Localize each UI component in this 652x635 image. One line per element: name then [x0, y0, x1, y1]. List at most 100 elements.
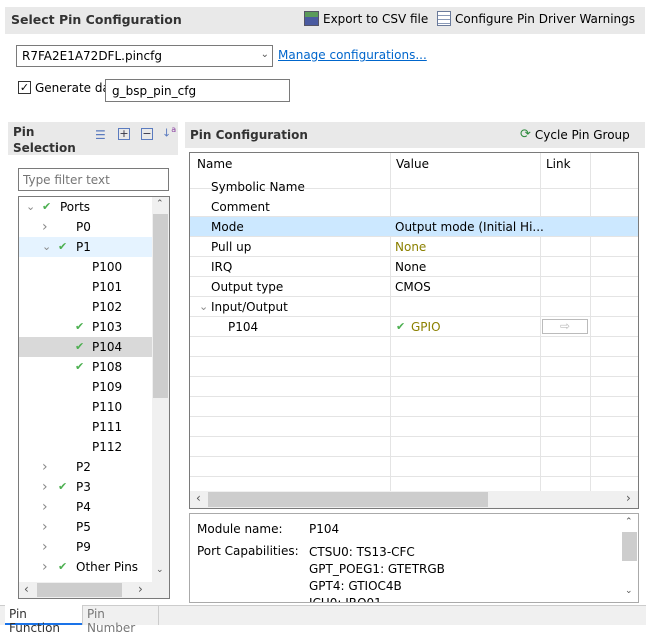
- scroll-left-icon[interactable]: ‹: [24, 582, 29, 596]
- column-header-value[interactable]: Value: [396, 157, 429, 171]
- scroll-up-icon[interactable]: ⌃: [625, 517, 633, 527]
- sort-alpha-icon[interactable]: ↓a: [162, 125, 176, 140]
- tree-item-label: P1: [76, 240, 91, 254]
- chevron-right-icon[interactable]: ›: [42, 517, 48, 537]
- empty-row: [190, 337, 638, 357]
- scroll-left-icon[interactable]: ‹: [196, 491, 201, 505]
- tree-item-label: P9: [76, 540, 91, 554]
- table-row[interactable]: Mode Output mode (Initial Hi...: [190, 217, 638, 237]
- scroll-up-icon[interactable]: ⌃: [156, 199, 164, 209]
- tree-vertical-scrollbar[interactable]: ⌃ ⌄: [152, 197, 169, 582]
- column-header-link[interactable]: Link: [546, 157, 571, 171]
- tree-item-label: Other Pins: [76, 560, 139, 574]
- table-row[interactable]: Output type CMOS: [190, 277, 638, 297]
- tree-item-p1[interactable]: ⌄ ✔ P1: [19, 237, 152, 257]
- list-view-icon[interactable]: ☰: [95, 128, 106, 142]
- chevron-down-icon[interactable]: ⌄: [26, 197, 35, 217]
- table-row[interactable]: P104 ✔ GPIO ⇨: [190, 317, 638, 337]
- configuration-select[interactable]: R7FA2E1A72DFL.pincfg ⌄: [16, 45, 273, 67]
- export-csv-button[interactable]: Export to CSV file: [304, 11, 428, 26]
- details-vertical-scrollbar[interactable]: ⌃ ⌄: [621, 514, 638, 602]
- chevron-right-icon[interactable]: ›: [42, 477, 48, 497]
- row-value[interactable]: CMOS: [395, 277, 431, 297]
- row-value[interactable]: Output mode (Initial Hi...: [395, 217, 544, 237]
- table-row[interactable]: Symbolic Name: [190, 177, 638, 194]
- chevron-right-icon[interactable]: ›: [42, 557, 48, 577]
- tree-item-p101[interactable]: P101: [19, 277, 152, 297]
- tree-item-p109[interactable]: P109: [19, 377, 152, 397]
- port-capabilities-list: CTSU0: TS13-CFC GPT_POEG1: GTETRGB GPT4:…: [309, 545, 445, 603]
- tree-item-ports[interactable]: ⌄ ✔ Ports: [19, 197, 152, 217]
- checklist-icon: [437, 11, 451, 26]
- tree-item-label: P108: [92, 360, 123, 374]
- tab-pin-number[interactable]: Pin Number: [82, 605, 159, 635]
- tab-pin-function[interactable]: Pin Function: [5, 605, 82, 635]
- tree-item-p9[interactable]: › P9: [19, 537, 152, 557]
- chevron-right-icon[interactable]: ›: [42, 217, 48, 237]
- pin-config-title: Pin Configuration: [190, 128, 308, 142]
- empty-row: [190, 417, 638, 437]
- table-row[interactable]: ⌄ Input/Output: [190, 297, 638, 317]
- tree-item-p104[interactable]: ✔ P104: [19, 337, 152, 357]
- tree-item-p5[interactable]: › P5: [19, 517, 152, 537]
- row-value[interactable]: None: [395, 257, 426, 277]
- tree-item-p2[interactable]: › P2: [19, 457, 152, 477]
- chevron-right-icon[interactable]: ›: [42, 497, 48, 517]
- row-name: Pull up: [211, 240, 252, 254]
- table-row[interactable]: Comment: [190, 197, 638, 217]
- table-horizontal-scrollbar[interactable]: ‹ ›: [190, 491, 638, 508]
- tree-item-label: P101: [92, 280, 123, 294]
- check-icon: ✔: [75, 340, 85, 353]
- scroll-down-icon[interactable]: ⌄: [625, 586, 633, 596]
- filter-input[interactable]: [18, 168, 169, 191]
- check-icon: ✔: [58, 240, 68, 253]
- scroll-right-icon[interactable]: ›: [626, 491, 631, 505]
- tree-item-p102[interactable]: P102: [19, 297, 152, 317]
- tree-item-p108[interactable]: ✔ P108: [19, 357, 152, 377]
- tree-horizontal-scrollbar[interactable]: ‹ ›: [19, 582, 169, 598]
- spreadsheet-save-icon: [304, 11, 319, 26]
- generate-data-input[interactable]: [105, 79, 290, 102]
- tree-item-p110[interactable]: P110: [19, 397, 152, 417]
- row-value[interactable]: GPIO: [411, 317, 441, 337]
- scroll-down-icon[interactable]: ⌄: [156, 565, 164, 575]
- empty-row: [190, 357, 638, 377]
- tree-item-p4[interactable]: › P4: [19, 497, 152, 517]
- scrollbar-thumb[interactable]: [208, 492, 488, 507]
- scrollbar-thumb[interactable]: [153, 214, 168, 398]
- chevron-down-icon[interactable]: ⌄: [42, 237, 51, 257]
- tree-item-label: P111: [92, 420, 123, 434]
- row-value[interactable]: None: [395, 237, 426, 257]
- chevron-right-icon[interactable]: ›: [42, 537, 48, 557]
- tree-item-p100[interactable]: P100: [19, 257, 152, 277]
- scroll-right-icon[interactable]: ›: [138, 582, 143, 596]
- scrollbar-thumb[interactable]: [622, 532, 637, 561]
- scrollbar-thumb[interactable]: [37, 583, 122, 597]
- generate-data-checkbox[interactable]: ✓: [18, 81, 31, 94]
- chevron-down-icon[interactable]: ⌄: [199, 297, 208, 317]
- module-name-value: P104: [309, 522, 340, 536]
- table-row[interactable]: Pull up None: [190, 237, 638, 257]
- collapse-all-icon[interactable]: −: [141, 128, 153, 140]
- tree-item-other-pins[interactable]: › ✔ Other Pins: [19, 557, 152, 577]
- table-row[interactable]: IRQ None: [190, 257, 638, 277]
- empty-row: [190, 377, 638, 397]
- empty-row: [190, 437, 638, 457]
- pin-config-table: Name Value Link Symbolic Name Comment Mode…: [189, 152, 639, 509]
- chevron-right-icon[interactable]: ›: [42, 457, 48, 477]
- configure-warnings-button[interactable]: Configure Pin Driver Warnings: [437, 11, 635, 26]
- tree-item-p112[interactable]: P112: [19, 437, 152, 457]
- check-icon: ✔: [75, 320, 85, 333]
- link-arrow-button[interactable]: ⇨: [542, 319, 588, 334]
- cycle-pin-group-button[interactable]: ⟳ Cycle Pin Group: [520, 127, 630, 142]
- tree-item-label: P0: [76, 220, 91, 234]
- tree-item-p3[interactable]: › ✔ P3: [19, 477, 152, 497]
- page-title: Select Pin Configuration: [11, 12, 182, 27]
- column-header-name[interactable]: Name: [197, 157, 232, 171]
- tree-item-p103[interactable]: ✔ P103: [19, 317, 152, 337]
- manage-configurations-link[interactable]: Manage configurations...: [278, 48, 427, 62]
- expand-all-icon[interactable]: +: [118, 128, 130, 140]
- row-name: Comment: [211, 200, 270, 214]
- tree-item-p0[interactable]: › P0: [19, 217, 152, 237]
- tree-item-p111[interactable]: P111: [19, 417, 152, 437]
